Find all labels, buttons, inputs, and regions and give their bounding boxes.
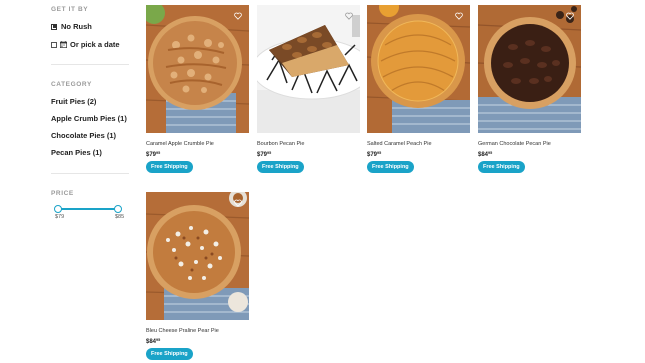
- product-price: $7995: [367, 151, 381, 158]
- sidebar-divider: [51, 64, 129, 65]
- price-heading: PRICE: [51, 190, 74, 197]
- free-shipping-badge[interactable]: Free Shipping: [367, 161, 414, 173]
- category-heading: CATEGORY: [51, 81, 92, 88]
- price-max-handle[interactable]: [114, 205, 122, 213]
- product-price: $8495: [146, 338, 160, 345]
- no-rush-label: No Rush: [61, 22, 92, 31]
- free-shipping-badge[interactable]: Free Shipping: [478, 161, 525, 173]
- price-whole: $79: [367, 152, 378, 158]
- price-min-label: $79: [55, 214, 65, 220]
- free-shipping-badge[interactable]: Free Shipping: [257, 161, 304, 173]
- price-whole: $84: [478, 152, 489, 158]
- category-item-pecan-pies[interactable]: Pecan Pies (1): [51, 148, 127, 165]
- price-cents: 95: [156, 338, 161, 342]
- price-range-slider[interactable]: [54, 205, 122, 213]
- price-whole: $84: [146, 339, 157, 345]
- price-whole: $79: [146, 152, 157, 158]
- heart-icon[interactable]: [234, 199, 242, 207]
- product-price: $7995: [257, 151, 271, 158]
- product-name[interactable]: Caramel Apple Crumble Pie: [146, 141, 214, 147]
- category-item-chocolate-pies[interactable]: Chocolate Pies (1): [51, 131, 127, 148]
- product-image[interactable]: [146, 5, 249, 133]
- product-price: $7995: [146, 151, 160, 158]
- price-cents: 95: [488, 151, 493, 155]
- free-shipping-badge[interactable]: Free Shipping: [146, 348, 193, 360]
- price-cents: 95: [377, 151, 382, 155]
- get-it-by-heading: GET IT BY: [51, 6, 89, 13]
- no-rush-radio[interactable]: [51, 23, 57, 30]
- category-list: Fruit Pies (2) Apple Crumb Pies (1) Choc…: [51, 97, 127, 165]
- price-slider-track: [57, 208, 119, 210]
- heart-icon[interactable]: [345, 12, 353, 20]
- product-image[interactable]: [257, 5, 360, 133]
- pick-date-label: Or pick a date: [70, 40, 120, 49]
- price-whole: $79: [257, 152, 268, 158]
- product-image[interactable]: [146, 192, 249, 320]
- heart-icon[interactable]: [234, 12, 242, 20]
- price-cents: 95: [267, 151, 272, 155]
- product-image[interactable]: [478, 5, 581, 133]
- category-item-fruit-pies[interactable]: Fruit Pies (2): [51, 97, 127, 114]
- price-cents: 95: [156, 151, 161, 155]
- calendar-icon: [60, 41, 67, 48]
- heart-icon[interactable]: [455, 12, 463, 20]
- no-rush-option[interactable]: No Rush: [51, 22, 92, 31]
- pick-date-checkbox[interactable]: [51, 41, 57, 48]
- product-name[interactable]: Salted Caramel Peach Pie: [367, 141, 432, 147]
- product-image[interactable]: [367, 5, 470, 133]
- product-name[interactable]: German Chocolate Pecan Pie: [478, 141, 551, 147]
- product-name[interactable]: Bleu Cheese Praline Pear Pie: [146, 328, 219, 334]
- sidebar-divider: [51, 173, 129, 174]
- product-price: $8495: [478, 151, 492, 158]
- category-item-apple-crumb-pies[interactable]: Apple Crumb Pies (1): [51, 114, 127, 131]
- pick-date-option[interactable]: Or pick a date: [51, 40, 120, 49]
- price-max-label: $85: [115, 214, 125, 220]
- free-shipping-badge[interactable]: Free Shipping: [146, 161, 193, 173]
- heart-icon[interactable]: [566, 12, 574, 20]
- product-name[interactable]: Bourbon Pecan Pie: [257, 141, 304, 147]
- price-min-handle[interactable]: [54, 205, 62, 213]
